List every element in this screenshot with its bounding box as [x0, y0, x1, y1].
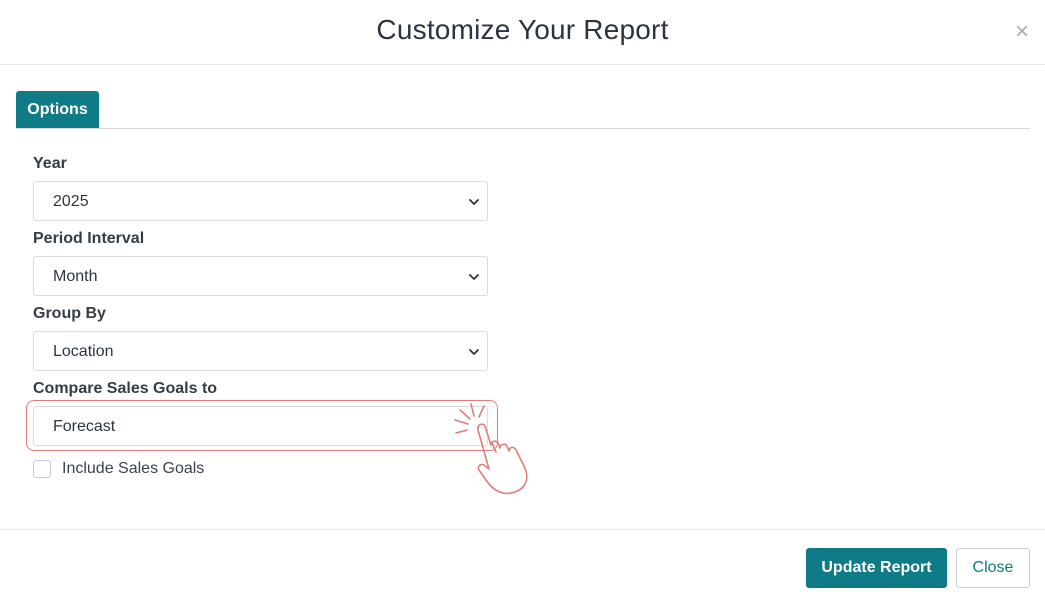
close-icon[interactable]: × [1015, 20, 1029, 44]
chevron-down-icon [469, 199, 479, 205]
chevron-down-icon [469, 274, 479, 280]
modal-footer: Update Report Close [0, 529, 1045, 608]
year-select-value: 2025 [53, 193, 89, 210]
period-interval-select-value: Month [53, 268, 98, 285]
period-interval-label: Period Interval [33, 230, 145, 247]
tab-options[interactable]: Options [16, 91, 99, 128]
compare-sales-goals-label: Compare Sales Goals to [33, 380, 218, 397]
include-sales-goals-label: Include Sales Goals [62, 460, 205, 477]
include-sales-goals-row: Include Sales Goals [33, 459, 204, 479]
year-label: Year [33, 155, 67, 172]
close-button[interactable]: Close [956, 548, 1030, 588]
modal-header: Customize Your Report × [0, 0, 1045, 65]
include-sales-goals-checkbox[interactable] [33, 460, 51, 478]
compare-sales-goals-select[interactable]: Forecast [33, 406, 488, 446]
compare-sales-goals-select-value: Forecast [53, 418, 116, 435]
year-select[interactable]: 2025 [33, 181, 488, 221]
update-report-button[interactable]: Update Report [806, 548, 947, 588]
group-by-select[interactable]: Location [33, 331, 488, 371]
modal-title: Customize Your Report [376, 14, 669, 45]
period-interval-select[interactable]: Month [33, 256, 488, 296]
group-by-label: Group By [33, 305, 106, 322]
tab-bar: Options [16, 91, 1030, 129]
group-by-select-value: Location [53, 343, 114, 360]
chevron-down-icon [469, 349, 479, 355]
